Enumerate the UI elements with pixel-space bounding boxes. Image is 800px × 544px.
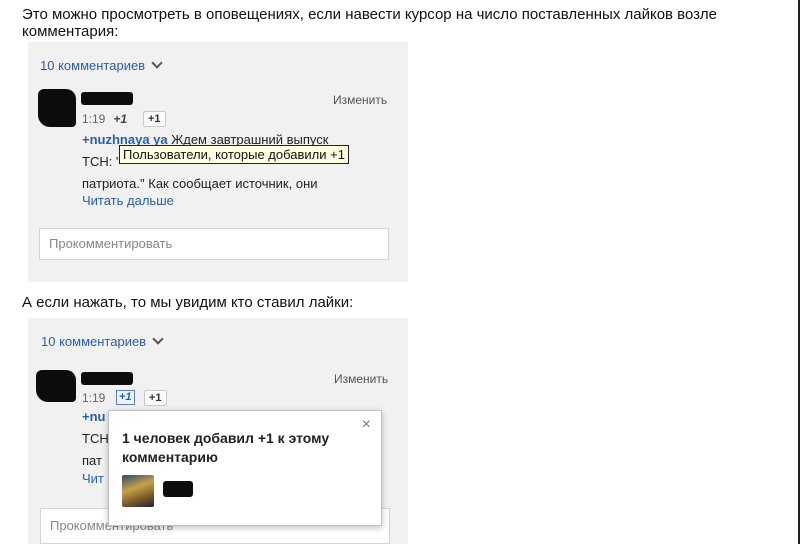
comment-time: 1:19 xyxy=(82,112,106,126)
plus-count[interactable]: +1 xyxy=(116,390,135,405)
comment-text: +nu ТСН пат xyxy=(82,406,109,472)
plus-count[interactable]: +1 xyxy=(113,112,127,126)
read-more-link[interactable]: Чит xyxy=(82,471,104,486)
user-name[interactable] xyxy=(163,481,193,497)
avatar xyxy=(38,89,76,127)
popup-title: 1 человек добавил +1 к этому комментарию xyxy=(122,430,330,465)
comment-meta: 1:19 +1 xyxy=(82,112,127,126)
comment-meta: 1:19 xyxy=(82,391,105,405)
comment-input[interactable]: Прокомментировать xyxy=(39,228,389,260)
tooltip: Пользователи, которые добавили +1 xyxy=(119,145,349,164)
plus-one-button[interactable]: +1 xyxy=(143,111,166,127)
user-avatar[interactable] xyxy=(122,475,154,507)
comment-text-line: патриота." Как сообщает источник, они xyxy=(82,176,318,191)
close-icon[interactable]: × xyxy=(362,416,371,434)
plus-one-button[interactable]: +1 xyxy=(144,390,167,406)
caption-click: А если нажать, то мы увидим кто ставил л… xyxy=(22,294,354,311)
author-name xyxy=(81,92,133,105)
caption-hover: Это можно просмотреть в оповещениях, есл… xyxy=(22,6,717,40)
comment-text-line: ТСН xyxy=(82,431,109,446)
comments-count-label: 10 комментариев xyxy=(41,334,147,349)
author-name xyxy=(81,372,133,385)
edit-link[interactable]: Изменить xyxy=(333,93,387,107)
plus-ones-popup: 1 человек добавил +1 к этому комментарию… xyxy=(108,410,382,526)
chevron-down-icon xyxy=(151,57,163,69)
avatar xyxy=(36,370,76,402)
comment-time: 1:19 xyxy=(82,391,106,405)
comments-count-link[interactable]: 10 комментариев xyxy=(40,57,163,73)
edit-link[interactable]: Изменить xyxy=(334,372,388,386)
comments-count-label: 10 комментариев xyxy=(40,58,146,73)
chevron-down-icon xyxy=(152,333,164,345)
mention-link[interactable]: +nu xyxy=(82,406,109,428)
read-more-link[interactable]: Читать дальше xyxy=(82,193,174,208)
comment-text-line: пат xyxy=(82,453,102,468)
comments-count-link[interactable]: 10 комментариев xyxy=(41,333,164,349)
